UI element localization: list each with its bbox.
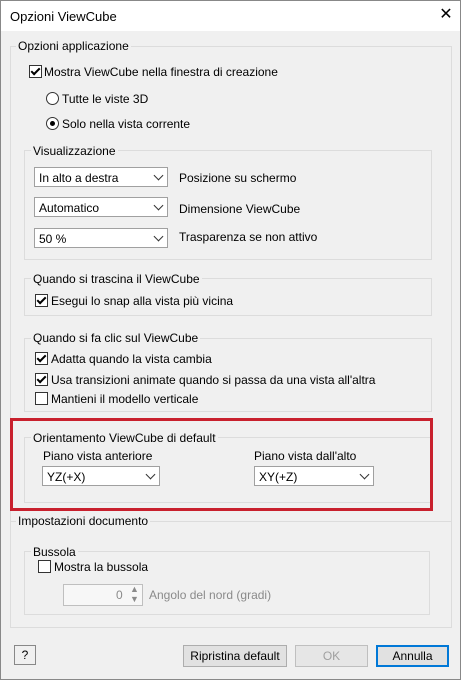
position-dropdown[interactable]: In alto a destra [34,167,168,187]
top-plane-value: XY(+Z) [259,470,298,484]
fit-checkbox[interactable] [35,352,48,365]
chevron-down-icon [153,170,164,181]
front-plane-value: YZ(+X) [47,470,86,484]
transparency-dropdown[interactable]: 50 % [34,228,168,248]
all-views-radio[interactable] [46,92,59,105]
north-angle-value: 0 [116,588,123,602]
click-legend: Quando si fa clic sul ViewCube [31,331,201,345]
upright-checkbox[interactable] [35,392,48,405]
transparency-label: Trasparenza se non attivo [179,230,318,244]
position-value: In alto a destra [39,171,119,185]
fit-label: Adatta quando la vista cambia [51,352,212,366]
position-label: Posizione su schermo [179,171,297,185]
top-plane-label: Piano vista dall'alto [254,449,357,463]
size-value: Automatico [39,201,100,215]
ok-button[interactable]: OK [295,645,368,667]
orientation-legend: Orientamento ViewCube di default [31,431,218,445]
upright-label: Mantieni il modello verticale [51,392,199,406]
snap-label: Esegui lo snap alla vista più vicina [51,294,234,308]
transparency-value: 50 % [39,232,67,246]
show-viewcube-label: Mostra ViewCube nella finestra di creazi… [44,65,278,79]
help-icon: ? [21,648,29,662]
current-view-label: Solo nella vista corrente [62,117,191,131]
compass-legend: Bussola [31,545,78,559]
front-plane-dropdown[interactable]: YZ(+X) [42,466,160,486]
animated-checkbox[interactable] [35,373,48,386]
animated-label: Usa transizioni animate quando si passa … [51,373,376,387]
drag-legend: Quando si trascina il ViewCube [31,272,202,286]
chevron-down-icon [359,469,370,480]
chevron-down-icon [153,200,164,211]
display-legend: Visualizzazione [31,144,118,158]
all-views-label: Tutte le viste 3D [62,92,149,106]
north-angle-spinner[interactable]: 0 ▲ ▼ [63,584,143,606]
app-options-legend: Opzioni applicazione [16,39,131,53]
show-compass-label: Mostra la bussola [54,560,149,574]
document-legend: Impostazioni documento [16,514,151,528]
size-dropdown[interactable]: Automatico [34,197,168,217]
window-title: Opzioni ViewCube [10,9,117,24]
show-compass-checkbox[interactable] [38,560,51,573]
front-plane-label: Piano vista anteriore [43,449,153,463]
top-plane-dropdown[interactable]: XY(+Z) [254,466,374,486]
help-button[interactable]: ? [14,645,36,665]
close-icon[interactable]: ✕ [437,5,455,25]
show-viewcube-checkbox[interactable] [29,65,42,78]
cancel-button[interactable]: Annulla [376,645,449,667]
chevron-down-icon [145,469,156,480]
snap-checkbox[interactable] [35,294,48,307]
size-label: Dimensione ViewCube [179,202,301,216]
current-view-radio[interactable] [46,117,59,130]
spinner-arrows-icon: ▲ ▼ [130,584,139,604]
reset-default-button[interactable]: Ripristina default [183,645,287,667]
title-bar: Opzioni ViewCube ✕ [1,1,460,31]
chevron-down-icon [153,231,164,242]
north-angle-label: Angolo del nord (gradi) [149,588,272,602]
